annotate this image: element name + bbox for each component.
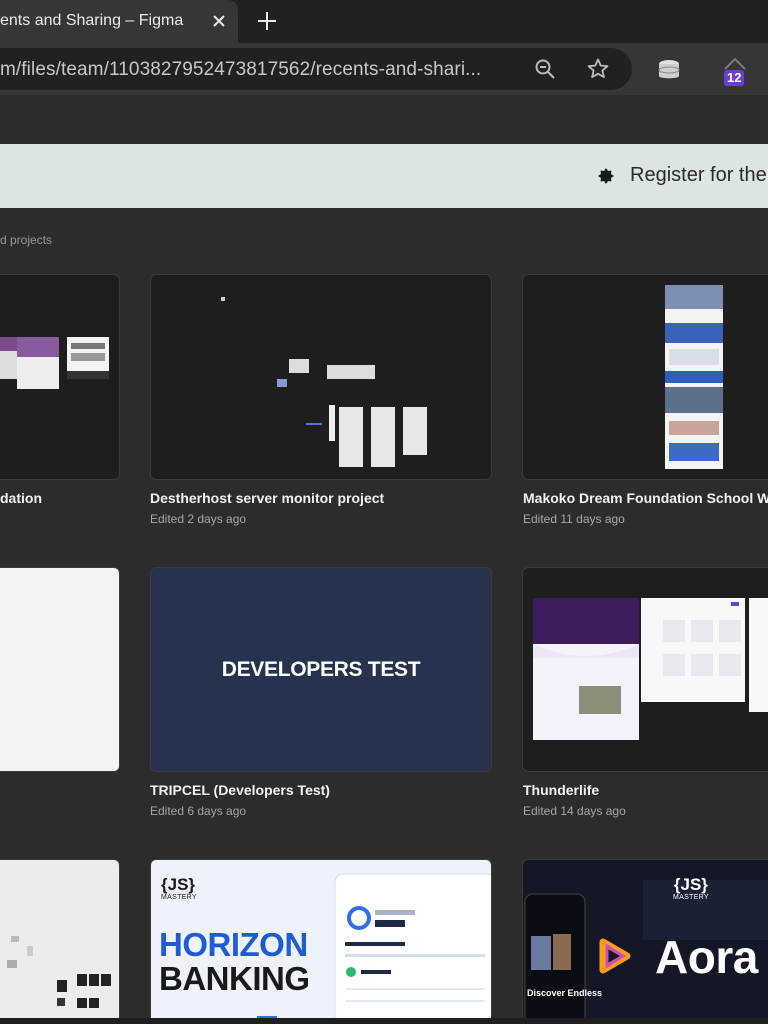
banner-text[interactable]: Register for the	[630, 164, 767, 187]
file-thumbnail[interactable]: {JS} MASTERY HORIZON BANKING	[150, 859, 492, 1024]
thumbnail-preview	[665, 285, 723, 469]
database-extension-icon[interactable]	[656, 57, 682, 83]
file-edited-time: Edited 2 days ago	[150, 512, 247, 526]
thumbnail-heading: DEVELOPERS TEST	[221, 658, 421, 681]
file-edited-time: Edited 6 days ago	[150, 804, 247, 818]
section-label: d projects	[0, 233, 53, 247]
file-edited-time: Edited 11 days ago	[523, 512, 625, 526]
thumbnail-preview	[7, 936, 111, 1008]
thumbnail-preview	[221, 297, 427, 467]
title-line-1: HORIZON	[159, 926, 308, 963]
extension-badge: 12	[724, 70, 745, 86]
file-title[interactable]: Makoko Dream Foundation School Webs	[523, 490, 768, 506]
tab-title: ents and Sharing – Figma	[0, 12, 184, 29]
browser-tab[interactable]: ents and Sharing – Figma	[0, 0, 238, 43]
logo-text: {JS}	[161, 875, 196, 894]
file-thumbnail[interactable]: DEVELOPERS TEST	[150, 567, 492, 772]
file-title[interactable]: TRIPCEL (Developers Test)	[150, 782, 330, 798]
file-title[interactable]: dation	[0, 490, 42, 506]
figma-header	[0, 95, 768, 143]
file-title[interactable]: Thunderlife	[523, 782, 599, 798]
file-title[interactable]: Destherhost server monitor project	[150, 490, 384, 506]
badge-icon	[598, 168, 614, 184]
file-thumbnail[interactable]	[150, 274, 492, 480]
aora-title: Aora	[655, 931, 758, 983]
logo-subtext: MASTERY	[161, 894, 197, 901]
screen: ents and Sharing – Figma m/files/team/11…	[0, 0, 768, 1024]
title-line-2: BANKING	[159, 960, 310, 997]
thumbnail-preview	[533, 598, 768, 740]
file-thumbnail[interactable]	[0, 274, 120, 480]
file-thumbnail[interactable]	[522, 567, 768, 772]
file-thumbnail[interactable]	[0, 859, 120, 1024]
jsm-logo: {JS} MASTERY	[673, 875, 709, 902]
bottom-edge	[0, 1018, 768, 1024]
horizon-title: HORIZON BANKING	[159, 928, 310, 996]
address-bar[interactable]: m/files/team/1103827952473817562/recents…	[0, 48, 632, 90]
browser-tabstrip: ents and Sharing – Figma	[0, 0, 768, 43]
file-thumbnail[interactable]	[522, 274, 768, 480]
close-icon[interactable]	[209, 11, 229, 31]
file-thumbnail[interactable]	[0, 567, 120, 772]
browser-toolbar: m/files/team/1103827952473817562/recents…	[0, 43, 768, 95]
zoom-out-icon[interactable]	[534, 58, 556, 80]
logo-subtext: MASTERY	[673, 894, 709, 901]
jsm-logo: {JS} MASTERY	[161, 875, 197, 902]
bookmark-star-icon[interactable]	[586, 57, 610, 81]
logo-text: {JS}	[673, 875, 708, 894]
url-text: m/files/team/1103827952473817562/recents…	[0, 59, 482, 80]
aora-tagline: Discover Endless	[527, 988, 603, 998]
new-tab-icon[interactable]	[256, 10, 278, 32]
thumbnail-preview	[0, 337, 109, 389]
file-thumbnail[interactable]: {JS} MASTERY Aora Discover Endless	[522, 859, 768, 1024]
file-edited-time: Edited 14 days ago	[523, 804, 626, 818]
